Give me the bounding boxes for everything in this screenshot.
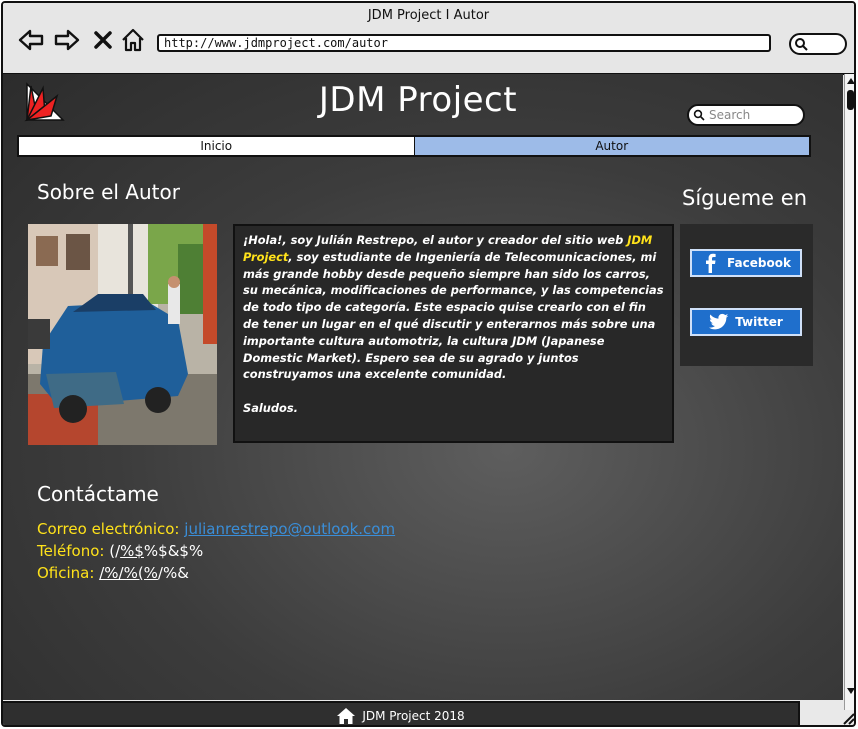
address-bar[interactable]: http://www.jdmproject.com/autor (157, 34, 771, 52)
author-photo (28, 224, 217, 445)
phone-value-part: %$&$% (143, 542, 204, 560)
email-link[interactable]: julianrestrepo@outlook.com (184, 520, 395, 538)
office-value: /%/%(%/%& (99, 564, 189, 582)
office-value-part: /%& (157, 564, 189, 582)
search-placeholder: Search (709, 108, 751, 122)
browser-window: JDM Project I Autor http://www.jdmprojec… (1, 1, 856, 727)
email-row: Correo electrónico: julianrestrepo@outlo… (37, 518, 395, 540)
social-panel: Facebook Twitter (680, 224, 813, 366)
tab-autor[interactable]: Autor (414, 137, 809, 155)
browser-titlebar: JDM Project I Autor http://www.jdmprojec… (3, 3, 854, 75)
office-label: Oficina: (37, 564, 95, 582)
resize-handle-icon[interactable] (841, 711, 855, 725)
search-icon (693, 109, 705, 121)
author-photo-image (28, 224, 217, 445)
page-content: JDM Project Search Inicio Autor Sobre el… (3, 74, 843, 700)
window-title: JDM Project I Autor (367, 8, 490, 23)
back-button[interactable] (17, 26, 45, 54)
scroll-down-icon[interactable] (846, 686, 856, 696)
bio-text-intro: ¡Hola!, soy Julián Restrepo, el autor y … (243, 233, 628, 247)
phone-value-part: (/ (109, 542, 121, 560)
bio-text-body: , soy estudiante de Ingeniería de Teleco… (243, 249, 664, 382)
home-button[interactable] (119, 26, 147, 54)
home-icon (122, 28, 144, 52)
page-footer: JDM Project 2018 (3, 701, 800, 725)
facebook-button[interactable]: Facebook (690, 249, 802, 277)
twitter-icon (709, 313, 729, 330)
office-row: Oficina: /%/%(%/%& (37, 562, 395, 584)
contact-info: Correo electrónico: julianrestrepo@outlo… (37, 518, 395, 584)
scroll-up-icon[interactable] (846, 76, 856, 86)
follow-heading: Sígueme en (682, 186, 808, 210)
browser-search-field[interactable] (789, 33, 847, 55)
scrollbar-thumb[interactable] (847, 90, 854, 110)
back-arrow-icon (18, 29, 44, 51)
about-heading: Sobre el Autor (37, 180, 180, 204)
twitter-label: Twitter (735, 315, 783, 329)
vertical-scrollbar[interactable] (844, 74, 856, 710)
phone-value-link[interactable]: %$ (120, 542, 144, 560)
contact-heading: Contáctame (37, 482, 159, 506)
forward-button[interactable] (53, 26, 81, 54)
office-value-link[interactable]: /%/%(% (99, 564, 158, 582)
home-icon (337, 708, 356, 724)
email-label: Correo electrónico: (37, 520, 180, 538)
facebook-icon (706, 253, 716, 273)
phone-label: Teléfono: (37, 542, 105, 560)
phone-row: Teléfono: (/%$%$&$% (37, 540, 395, 562)
forward-arrow-icon (54, 29, 80, 51)
close-icon (94, 31, 112, 49)
footer-text: JDM Project 2018 (362, 709, 465, 723)
tab-inicio[interactable]: Inicio (19, 137, 415, 155)
stop-button[interactable] (89, 26, 117, 54)
search-icon (795, 38, 808, 51)
main-navigation: Inicio Autor (17, 135, 811, 157)
author-bio: ¡Hola!, soy Julián Restrepo, el autor y … (233, 224, 674, 443)
twitter-button[interactable]: Twitter (690, 308, 802, 336)
site-search-input[interactable]: Search (687, 104, 805, 126)
phone-value: (/%$%$&$% (109, 542, 203, 560)
bio-closing: Saludos. (243, 400, 298, 415)
facebook-label: Facebook (727, 256, 791, 270)
